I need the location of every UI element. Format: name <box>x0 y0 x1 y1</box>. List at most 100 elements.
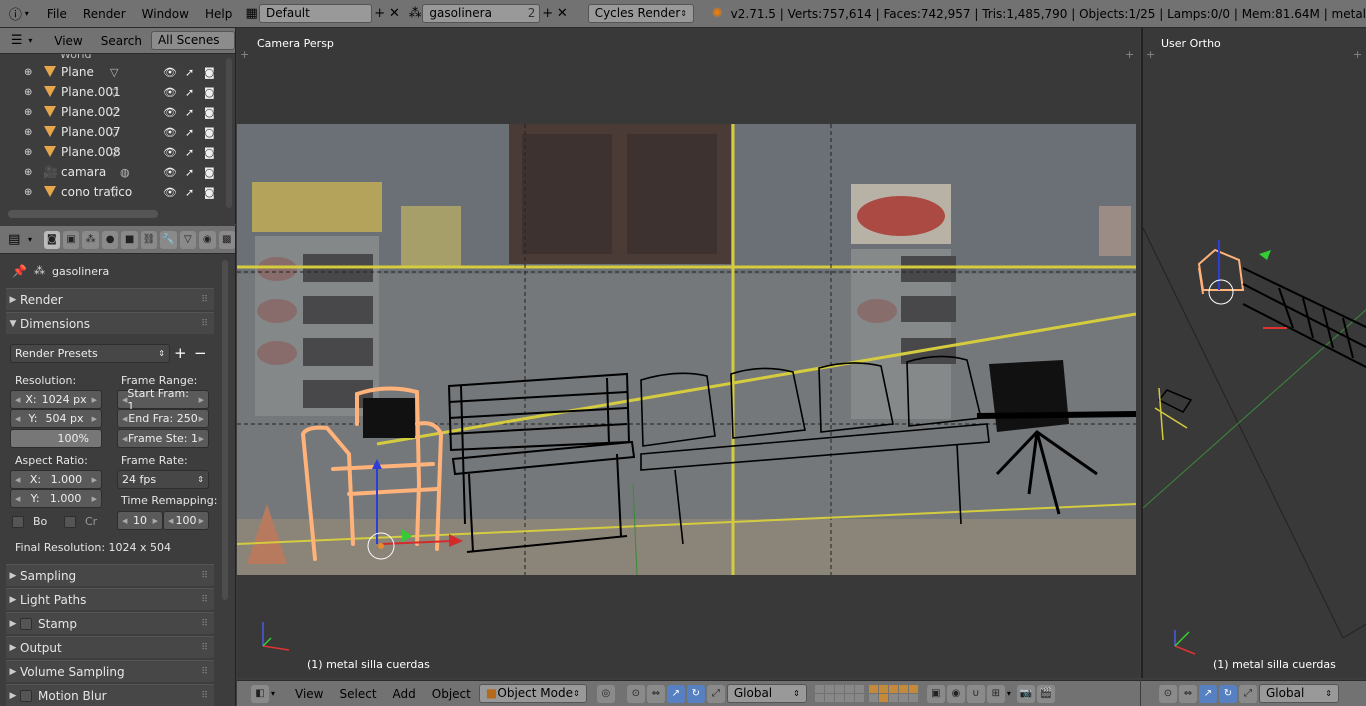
remap-old-field[interactable]: ◀ 10 ▶ <box>117 511 163 530</box>
render-tab-icon[interactable]: ◙ <box>43 230 61 249</box>
menu-view[interactable]: View <box>287 687 331 701</box>
resolution-y-field[interactable]: ◀ Y: 504 px ▶ <box>10 409 102 428</box>
panel-motion-blur[interactable]: ▶ Motion Blur ⠿ <box>6 684 214 706</box>
material-tab-icon[interactable]: ◉ <box>199 230 216 249</box>
scale-manipulator-icon[interactable]: ⤢ <box>706 684 725 703</box>
drag-handle-icon[interactable]: ⠿ <box>201 295 208 305</box>
rotate-manipulator-icon[interactable]: ↻ <box>686 684 705 703</box>
object-tab-icon[interactable]: ■ <box>121 230 138 249</box>
panel-enable-checkbox[interactable] <box>20 689 32 702</box>
renderable-camera-icon[interactable]: ◙ <box>204 146 215 159</box>
menu-help[interactable]: Help <box>197 7 240 21</box>
menu-render[interactable]: Render <box>75 7 134 21</box>
aspect-y-field[interactable]: ◀ Y: 1.000 ▶ <box>10 489 102 508</box>
frame-step-field[interactable]: ◀ Frame Ste: 1 ▶ <box>117 429 209 448</box>
resolution-x-field[interactable]: ◀ X: 1024 px ▶ <box>10 390 102 409</box>
outliner-view-menu[interactable]: View <box>45 34 91 48</box>
rotate-manipulator-icon[interactable]: ↻ <box>1219 684 1237 703</box>
pivot-point-icon[interactable]: ⊙ <box>1159 684 1177 703</box>
outliner-item[interactable]: ⊕ Plane.001 ▽ 👁 ➚ ◙ <box>0 82 222 102</box>
constraints-tab-icon[interactable]: ⛓ <box>140 230 158 249</box>
properties-editor-icon[interactable]: ▤ <box>6 231 22 249</box>
mode-select[interactable]: ■ Object Mode ⇕ <box>478 684 587 703</box>
outliner-scrollbar[interactable] <box>8 210 158 218</box>
outliner-item[interactable]: ⊕ Plane.002 ▽ 👁 ➚ ◙ <box>0 102 222 122</box>
selectable-arrow-icon[interactable]: ➚ <box>185 66 194 79</box>
screen-layout-icon[interactable]: ▦ <box>244 5 259 23</box>
chevron-down-icon[interactable]: ▾ <box>271 689 275 698</box>
panel-stamp[interactable]: ▶ Stamp ⠿ <box>6 612 214 634</box>
transform-orientation-select[interactable]: Global ⇕ <box>726 684 807 703</box>
menu-add[interactable]: Add <box>385 687 424 701</box>
expand-icon[interactable]: ⊕ <box>24 187 32 198</box>
render-presets-select[interactable]: Render Presets ⇕ <box>10 344 170 363</box>
selectable-arrow-icon[interactable]: ➚ <box>185 86 194 99</box>
translate-manipulator-icon[interactable]: ↗ <box>1199 684 1217 703</box>
expand-icon[interactable]: ⊕ <box>24 147 32 158</box>
outliner-search-menu[interactable]: Search <box>92 34 151 48</box>
start-frame-field[interactable]: ◀ Start Fram: 1 ▶ <box>117 387 209 413</box>
transform-orientation-select[interactable]: Global ⇕ <box>1259 684 1339 703</box>
visibility-eye-icon[interactable]: 👁 <box>163 186 177 199</box>
expand-icon[interactable]: ⊕ <box>24 67 32 78</box>
drag-handle-icon[interactable]: ⠿ <box>201 643 208 653</box>
snap-element-icon[interactable]: ⊞ <box>986 684 1005 703</box>
selectable-arrow-icon[interactable]: ➚ <box>185 186 194 199</box>
end-frame-field[interactable]: ◀ End Fra: 250 ▶ <box>117 409 209 428</box>
render-engine-select[interactable]: Cycles Render ⇕ <box>587 4 694 23</box>
screen-layout-field[interactable]: Default <box>259 4 373 23</box>
panel-sampling[interactable]: ▶ Sampling ⠿ <box>6 564 214 586</box>
drag-handle-icon[interactable]: ⠿ <box>201 619 208 629</box>
texture-tab-icon[interactable]: ▩ <box>218 230 235 249</box>
scene-field[interactable]: gasolinera 2 <box>422 4 541 23</box>
expand-icon[interactable]: ⊕ <box>24 87 32 98</box>
visibility-eye-icon[interactable]: 👁 <box>163 126 177 139</box>
close-icon[interactable]: ✕ <box>555 5 570 23</box>
outliner-item[interactable]: ⊕ Plane.007 ▽ 👁 ➚ ◙ <box>0 122 222 142</box>
outliner-item[interactable]: ⊕ Plane ▽ 👁 ➚ ◙ <box>0 62 222 82</box>
visibility-eye-icon[interactable]: 👁 <box>163 66 177 79</box>
add-icon[interactable]: + <box>372 5 387 23</box>
drag-handle-icon[interactable]: ⠿ <box>201 319 208 329</box>
transform-manipulator-icon[interactable]: ⇔ <box>646 684 665 703</box>
drag-handle-icon[interactable]: ⠿ <box>201 595 208 605</box>
scale-manipulator-icon[interactable]: ⤢ <box>1239 684 1257 703</box>
drag-handle-icon[interactable]: ⠿ <box>201 571 208 581</box>
snap-icon[interactable]: ∪ <box>966 684 985 703</box>
visibility-eye-icon[interactable]: 👁 <box>163 166 177 179</box>
3d-viewport-camera[interactable]: Camera Persp + + (1) metal silla cuerdas <box>237 28 1140 678</box>
panel-volume-sampling[interactable]: ▶ Volume Sampling ⠿ <box>6 660 214 682</box>
outliner-item[interactable]: ⊕ cono trafico ▽ 👁 ➚ ◙ <box>0 182 222 202</box>
remap-new-field[interactable]: ◀ 100 ▶ <box>163 511 209 530</box>
drag-handle-icon[interactable]: ⠿ <box>201 691 208 701</box>
remove-preset-button[interactable]: − <box>194 344 207 362</box>
properties-scrollbar[interactable] <box>222 260 228 600</box>
chevron-down-icon[interactable]: ▾ <box>26 32 36 50</box>
pin-icon[interactable]: 📌 <box>12 264 27 278</box>
menu-object[interactable]: Object <box>424 687 479 701</box>
lock-camera-icon[interactable]: ▣ <box>926 684 945 703</box>
resolution-percentage-slider[interactable]: 100% <box>10 429 102 448</box>
outliner-vscroll[interactable] <box>226 58 232 208</box>
world-tab-icon[interactable]: ● <box>101 230 119 249</box>
menu-window[interactable]: Window <box>134 7 197 21</box>
render-still-icon[interactable]: 📷 <box>1016 684 1035 703</box>
translate-manipulator-icon[interactable]: ↗ <box>666 684 685 703</box>
modifiers-tab-icon[interactable]: 🔧 <box>160 230 177 249</box>
3d-viewport-user-ortho[interactable]: User Ortho + + (1) metal silla cuerdas <box>1141 28 1366 678</box>
render-animation-icon[interactable]: 🎬 <box>1036 684 1055 703</box>
renderable-camera-icon[interactable]: ◙ <box>204 166 215 179</box>
panel-light-paths[interactable]: ▶ Light Paths ⠿ <box>6 588 214 610</box>
panel-output[interactable]: ▶ Output ⠿ <box>6 636 214 658</box>
aspect-x-field[interactable]: ◀ X: 1.000 ▶ <box>10 470 102 489</box>
menu-select[interactable]: Select <box>332 687 385 701</box>
renderable-camera-icon[interactable]: ◙ <box>204 126 215 139</box>
chevron-down-icon[interactable]: ▾ <box>23 5 31 23</box>
selectable-arrow-icon[interactable]: ➚ <box>185 106 194 119</box>
expand-icon[interactable]: ⊕ <box>24 107 32 118</box>
outliner-item[interactable]: ⊕ Plane.008 ▽ 👁 ➚ ◙ <box>0 142 222 162</box>
scene-icon[interactable]: ⁂ <box>408 5 423 23</box>
scene-tab-icon[interactable]: ⁂ <box>82 230 99 249</box>
drag-handle-icon[interactable]: ⠿ <box>201 667 208 677</box>
renderable-camera-icon[interactable]: ◙ <box>204 186 215 199</box>
